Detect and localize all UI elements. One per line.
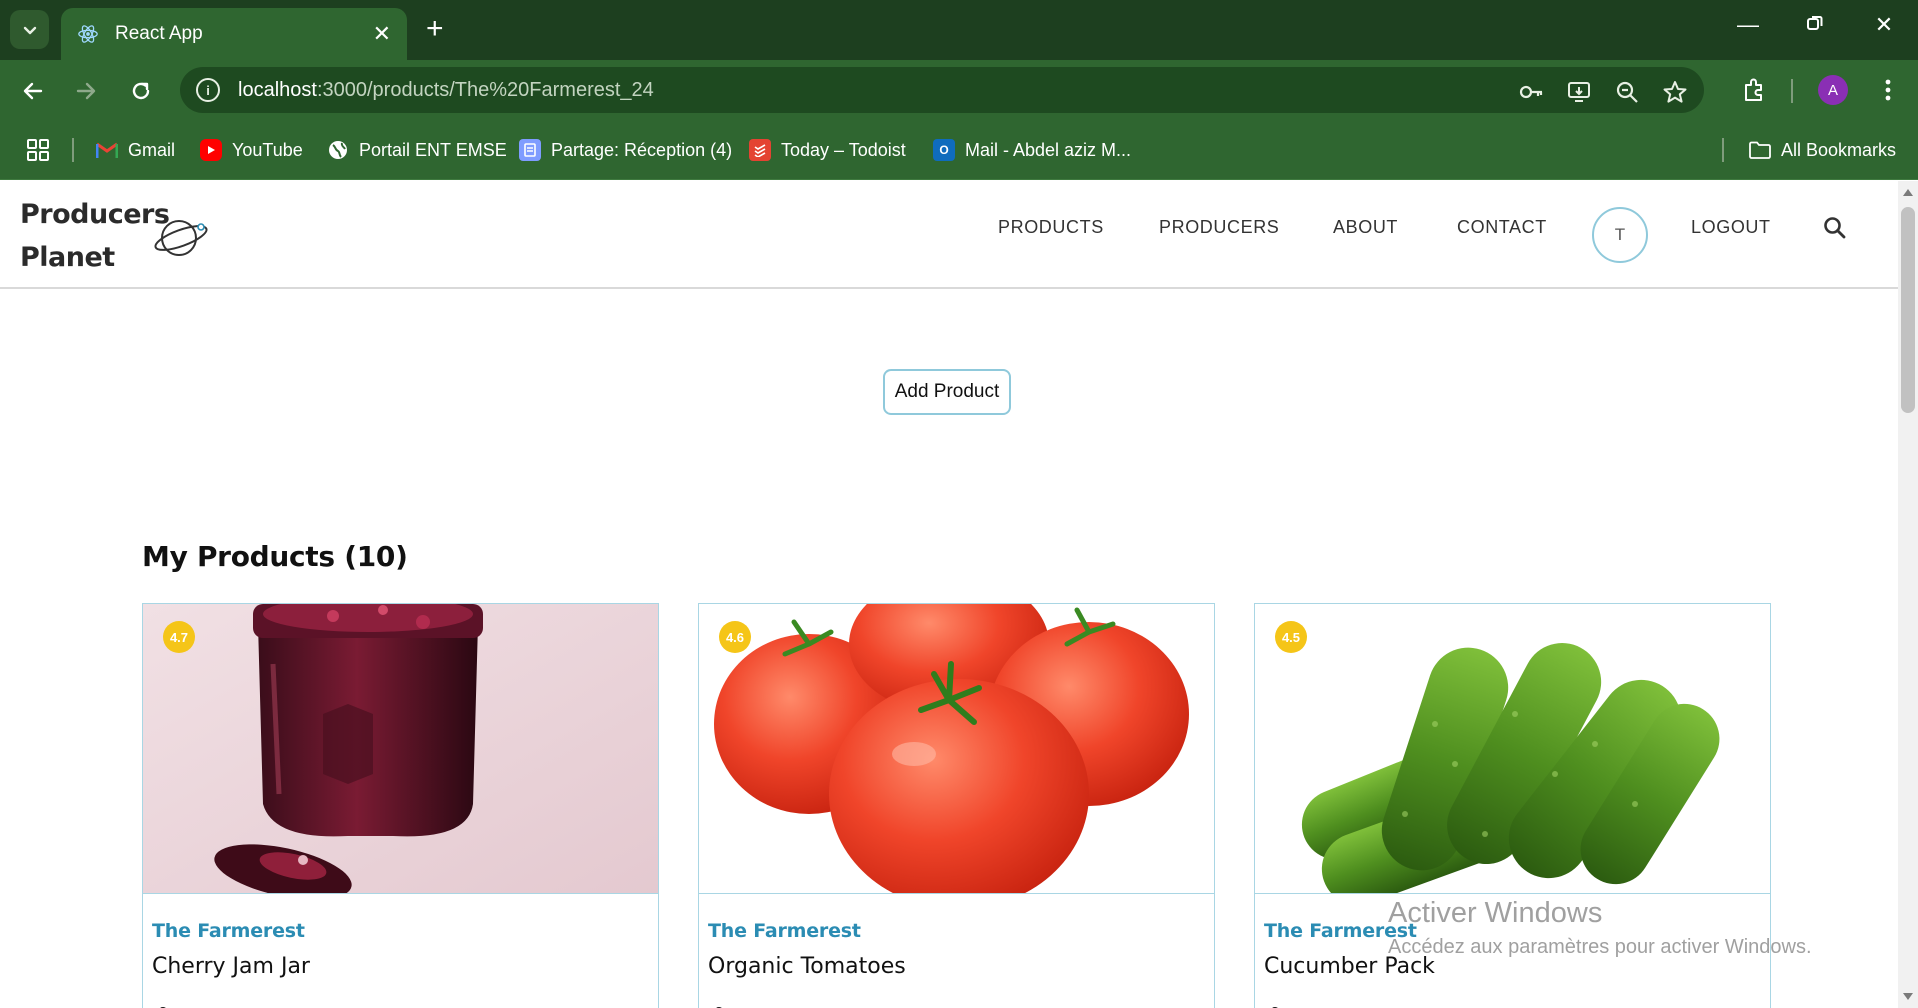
nav-contact[interactable]: CONTACT [1457,217,1547,238]
star-icon[interactable] [1662,79,1688,105]
url-path: :3000/products/The%20Farmerest_24 [316,78,654,101]
close-icon[interactable]: ✕ [373,23,391,45]
scrollbar-thumb[interactable] [1901,207,1915,413]
tag-icon: € [1269,1004,1279,1008]
partage-icon [519,139,541,161]
back-icon[interactable] [18,76,48,106]
all-bookmarks[interactable]: All Bookmarks [1749,136,1896,164]
nav-products[interactable]: PRODUCTS [998,217,1104,238]
tab-search-button[interactable] [10,10,49,49]
tab-title: React App [115,23,203,44]
bookmark-partage[interactable]: Partage: Réception (4) [519,136,732,164]
logo-line-1: Producers [20,199,170,230]
user-avatar[interactable]: T [1592,207,1648,263]
add-product-button[interactable]: Add Product [883,369,1011,415]
toolbar-divider [1791,79,1793,103]
nav-logout[interactable]: LOGOUT [1691,217,1771,238]
password-key-icon[interactable] [1518,79,1544,105]
bookmark-label: Gmail [128,139,176,160]
nav-about[interactable]: ABOUT [1333,217,1398,238]
page-viewport: Producers Planet PRODUCTS PRODUCERS ABOU… [0,181,1898,1008]
my-products-heading: My Products (10) [142,540,408,573]
bookmark-label: Partage: Réception (4) [551,139,733,160]
folder-icon [1749,139,1771,161]
new-tab-button[interactable]: + [426,14,444,44]
bookmarks-bar: Gmail YouTube Portail ENT EMSE Partage: … [0,120,1918,180]
react-icon [78,25,98,43]
product-name: Cherry Jam Jar [152,954,310,979]
product-card[interactable]: 4.6 The Farmerest Organic Tomatoes € [698,603,1215,1008]
tomatoes-image: 4.6 [699,604,1214,894]
todoist-icon [749,139,771,161]
install-app-icon[interactable] [1566,79,1592,105]
forward-icon[interactable] [71,76,101,106]
product-producer[interactable]: The Farmerest [1264,920,1417,942]
bookmark-portail[interactable]: Portail ENT EMSE [327,136,507,164]
globe-icon [327,139,349,161]
site-header: Producers Planet PRODUCTS PRODUCERS ABOU… [0,181,1898,289]
logo-line-2: Planet [20,242,115,273]
product-card[interactable]: 4.5 The Farmerest Cucumber Pack € [1254,603,1771,1008]
product-name: Cucumber Pack [1264,954,1435,979]
extensions-icon[interactable] [1740,76,1768,104]
profile-avatar[interactable]: A [1818,75,1848,105]
site-logo[interactable]: Producers Planet [20,193,170,279]
zoom-icon[interactable] [1614,79,1640,105]
chevron-down-icon [23,26,36,34]
browser-tabstrip: React App ✕ + — ✕ [0,0,1918,60]
bookmark-divider [1722,138,1724,162]
reload-icon[interactable] [126,76,156,106]
product-card[interactable]: 4.7 The Farmerest Cherry Jam Jar € [142,603,659,1008]
all-bookmarks-label: All Bookmarks [1781,139,1897,160]
bookmark-divider [72,138,74,162]
page-scrollbar[interactable] [1898,181,1918,1008]
rating-badge: 4.7 [163,621,195,653]
cucumbers-image: 4.5 [1255,604,1770,894]
bookmark-label: Mail - Abdel aziz M... [965,139,1132,160]
tag-icon: € [157,1004,167,1008]
address-bar[interactable]: i localhost:3000/products/The%20Farmeres… [180,67,1704,113]
scroll-up-arrow-icon[interactable] [1903,189,1913,196]
bookmark-youtube[interactable]: YouTube [200,136,303,164]
window-close-icon[interactable]: ✕ [1866,12,1902,38]
restore-icon[interactable] [1797,12,1833,38]
bookmark-gmail[interactable]: Gmail [96,136,175,164]
bookmark-label: YouTube [232,139,303,160]
cherry-jam-image: 4.7 [143,604,658,894]
bookmark-label: Portail ENT EMSE [359,139,507,160]
rating-badge: 4.5 [1275,621,1307,653]
browser-tab-active[interactable]: React App ✕ [61,8,407,60]
product-name: Organic Tomatoes [708,954,906,979]
product-producer[interactable]: The Farmerest [152,920,305,942]
tag-icon: € [713,1004,723,1008]
apps-grid-icon[interactable] [26,136,50,164]
outlook-icon: O [933,139,955,161]
gmail-icon [96,139,118,161]
nav-producers[interactable]: PRODUCERS [1159,217,1279,238]
scroll-down-arrow-icon[interactable] [1903,993,1913,1000]
product-producer[interactable]: The Farmerest [708,920,861,942]
browser-toolbar: i localhost:3000/products/The%20Farmeres… [0,60,1918,120]
planet-icon [154,220,208,256]
bookmark-label: Today – Todoist [781,139,906,160]
url-host: localhost [238,78,317,101]
site-info-icon[interactable]: i [196,78,220,102]
youtube-icon [200,139,222,161]
bookmark-todoist[interactable]: Today – Todoist [749,136,906,164]
minimize-icon[interactable]: — [1730,12,1766,38]
bookmark-outlook[interactable]: O Mail - Abdel aziz M... [933,136,1131,164]
menu-dots-icon[interactable] [1874,76,1902,104]
search-icon[interactable] [1822,215,1848,241]
rating-badge: 4.6 [719,621,751,653]
